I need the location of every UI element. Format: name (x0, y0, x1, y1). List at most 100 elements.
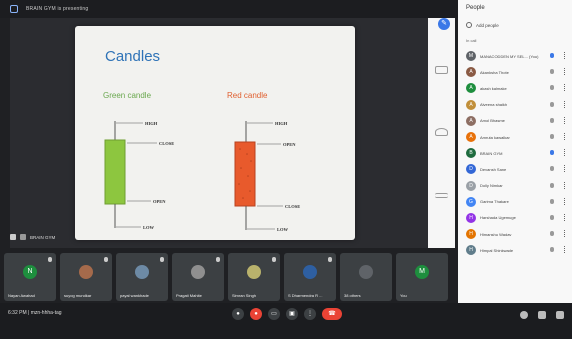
participant-tile[interactable]: Pragati Mahite (172, 253, 224, 301)
more-icon[interactable] (564, 132, 566, 140)
list-item[interactable]: B BRAIN GYM (462, 145, 572, 161)
more-icon[interactable] (564, 230, 566, 238)
participant-name: MANACODDEN MY SEL... (You) (480, 53, 539, 59)
present-icon[interactable]: ▣ (286, 308, 298, 320)
more-icon[interactable] (564, 100, 566, 108)
tile-name: S Dharmendra R ... (288, 293, 323, 298)
more-icon[interactable] (564, 165, 566, 173)
shared-screen: HIGH CLOSE OPEN LOW HIGH OPEN CLOSE LOW … (10, 18, 455, 248)
more-icon[interactable] (564, 52, 566, 59)
green-open-label: OPEN (153, 199, 166, 204)
red-candle-body (234, 141, 256, 207)
list-item[interactable]: D Devansh Sane (462, 161, 572, 177)
screen-icon (20, 234, 26, 240)
list-item[interactable]: H Himanshu Wadav (462, 226, 572, 242)
mic-off-icon (550, 247, 554, 253)
meeting-info: 6:32 PM | mzn-hhha-tag (8, 310, 62, 316)
people-icon[interactable] (538, 311, 546, 319)
home-icon[interactable] (435, 128, 448, 136)
camera-off-icon[interactable]: ● (250, 308, 262, 320)
slide-tool-strip (428, 18, 455, 248)
avatar (191, 265, 205, 280)
list-item[interactable]: M MANACODDEN MY SEL... (You) (462, 48, 572, 64)
avatar (303, 265, 317, 280)
list-item[interactable]: Aakash kalmake (462, 80, 572, 96)
tile-name: suyog mundkar (64, 293, 92, 298)
participant-tile[interactable]: S Dharmendra R ... (284, 253, 336, 301)
list-item[interactable]: G Garima Thakare (462, 194, 572, 210)
participant-name: Himanshu Wadav (480, 231, 512, 237)
green-close-label: CLOSE (159, 141, 174, 146)
mic-icon (10, 234, 16, 240)
people-panel: People Add people In call M MANACODDEN MY… (458, 0, 572, 303)
info-icon[interactable] (520, 311, 528, 319)
mic-off-icon (550, 231, 554, 237)
red-candle-label: Red candle (227, 91, 268, 100)
participant-tile[interactable]: suyog mundkar (60, 253, 112, 301)
mic-off-icon (550, 182, 554, 188)
participant-tile[interactable]: payal wankhade (116, 253, 168, 301)
more-icon[interactable] (564, 149, 566, 157)
avatar: A (466, 99, 476, 110)
mic-icon (550, 53, 554, 58)
avatar: M (415, 265, 429, 280)
participant-name: Amol Bhasme (480, 118, 505, 124)
avatar: A (466, 67, 476, 78)
mic-off-icon (550, 101, 554, 107)
list-item[interactable]: A Amol Bhasme (462, 113, 572, 129)
slide: HIGH CLOSE OPEN LOW HIGH OPEN CLOSE LOW … (75, 26, 355, 240)
red-low-label: LOW (277, 227, 289, 232)
avatar (135, 265, 149, 280)
participant-tile[interactable]: Simran Singh (228, 253, 280, 301)
add-people-button[interactable]: Add people (466, 22, 499, 28)
mic-off-icon (550, 133, 554, 139)
list-item[interactable]: A Alveena shaikh (462, 97, 572, 113)
leave-call-button[interactable]: ☎ (322, 308, 342, 320)
more-icon[interactable] (564, 213, 566, 221)
more-icon[interactable] (564, 246, 566, 254)
participant-name: BRAIN GYM (480, 150, 503, 156)
participant-name: Amruta kawalkar (480, 134, 510, 140)
participant-name: Garima Thakare (480, 199, 509, 205)
menu-icon[interactable] (435, 193, 448, 198)
list-item[interactable]: H Himpal Shinkwade (462, 242, 572, 258)
mic-off-icon (328, 257, 332, 262)
list-item[interactable]: A Akanksha Thote (462, 64, 572, 80)
list-item[interactable]: A Amruta kawalkar (462, 129, 572, 145)
more-icon[interactable] (564, 116, 566, 124)
list-item[interactable]: H Harshada Ugemuge (462, 210, 572, 226)
participant-name: akash kalmake (480, 85, 507, 91)
participant-tile[interactable]: N Nayan Awahad (4, 253, 56, 301)
more-icon[interactable] (564, 68, 566, 76)
more-icon[interactable] (564, 84, 566, 92)
present-icon (10, 5, 18, 13)
participant-tiles: N Nayan Awahad suyog mundkar payal wankh… (4, 253, 454, 303)
avatar: M (466, 51, 476, 62)
captions-icon[interactable]: ▭ (268, 308, 280, 320)
presenter-name: BRAIN GYM (30, 234, 56, 240)
mic-off-icon (550, 85, 554, 91)
more-icon[interactable] (564, 181, 566, 189)
chat-icon[interactable] (556, 311, 564, 319)
tool-icon[interactable] (435, 66, 448, 74)
presenter-label: BRAIN GYM (10, 234, 55, 240)
pin-icon[interactable]: ✎ (438, 18, 450, 30)
avatar: G (466, 196, 476, 207)
red-open-label: OPEN (283, 142, 296, 147)
avatar: A (466, 115, 476, 126)
participant-name: Harshada Ugemuge (480, 215, 516, 221)
more-icon[interactable] (564, 197, 566, 205)
mic-icon[interactable]: ● (232, 308, 244, 320)
more-options-icon[interactable]: ⋮ (304, 308, 316, 320)
avatar (247, 265, 261, 280)
mic-off-icon (550, 198, 554, 204)
green-low-label: LOW (143, 225, 155, 230)
slide-title: Candles (105, 48, 161, 65)
self-tile[interactable]: M You (396, 253, 448, 301)
list-item[interactable]: D Dolly Nimkar (462, 178, 572, 194)
avatar (359, 265, 373, 280)
others-tile[interactable]: 38 others (340, 253, 392, 301)
green-candle-body (104, 139, 126, 205)
mic-off-icon (48, 257, 52, 262)
mic-off-icon (550, 69, 554, 75)
